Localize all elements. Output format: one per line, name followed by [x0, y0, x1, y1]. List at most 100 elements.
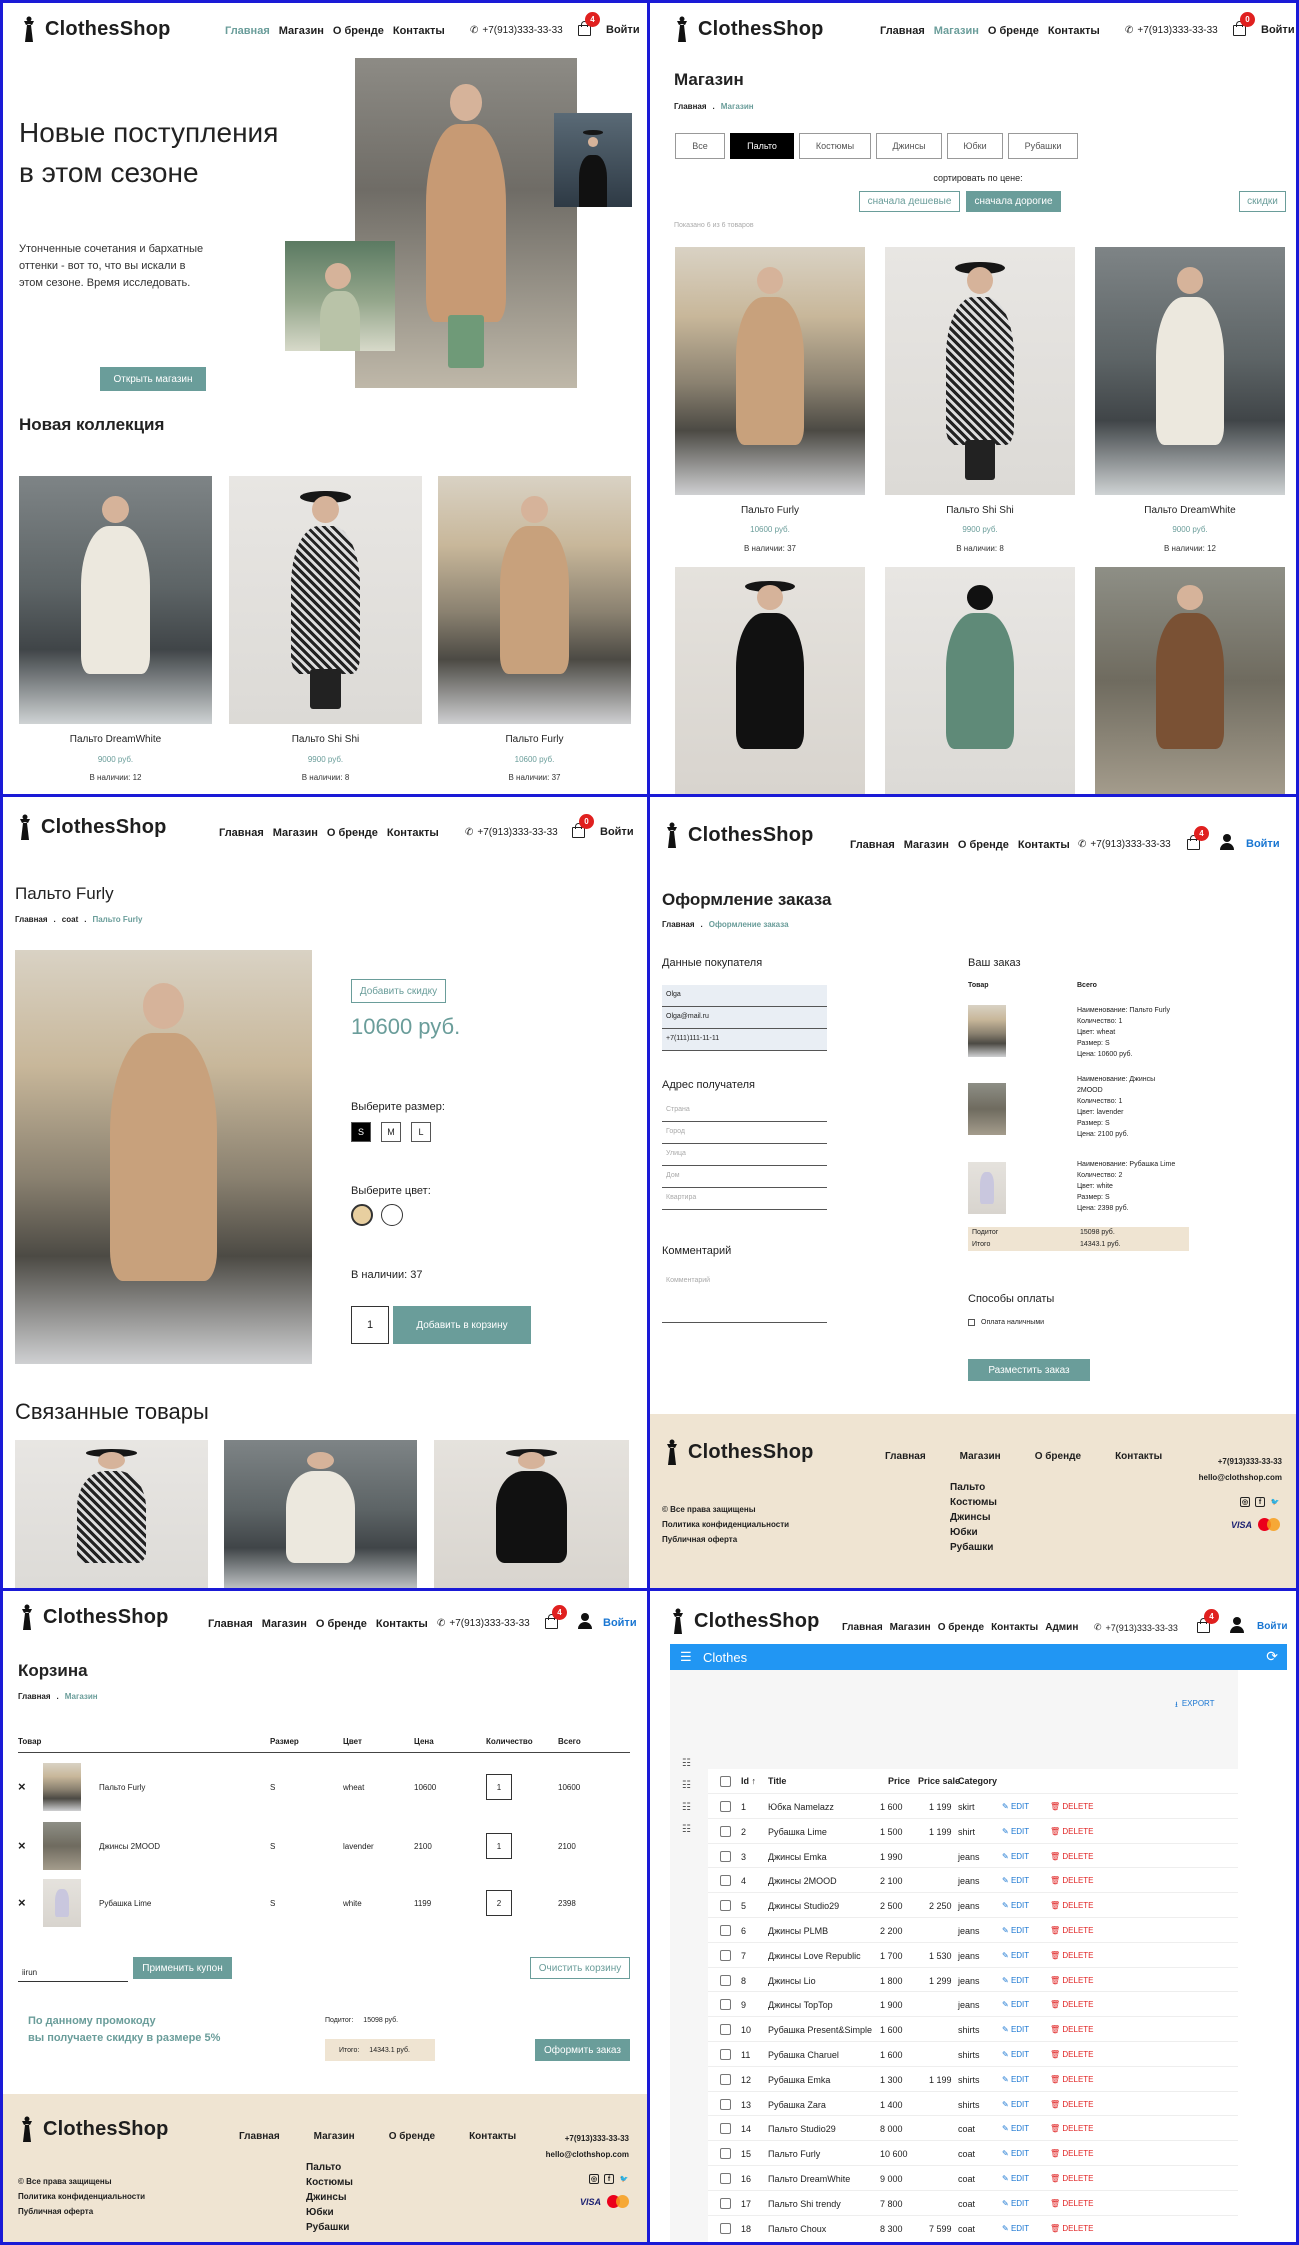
name-field[interactable]: Olga	[662, 985, 827, 1007]
product-photo[interactable]	[1095, 567, 1285, 794]
table-row[interactable]: 11 Рубашка Charuel 1 600 shirts ✎ EDIT 🗑 DELE…	[708, 2041, 1238, 2066]
phone[interactable]: ✆ +7(913)333-33-33	[437, 1618, 530, 1629]
table-row[interactable]: 15 Пальто Furly 10 600 coat ✎ EDIT 🗑 DELETE	[708, 2140, 1238, 2165]
table-row[interactable]: 3 Джинсы Emka 1 990 jeans ✎ EDIT 🗑 DELETE	[708, 1842, 1238, 1868]
menu-icon[interactable]: ☰	[680, 1649, 692, 1665]
footer-nav-shop[interactable]: Магазин	[314, 2131, 355, 2142]
crumb-home[interactable]: Главная	[15, 915, 48, 924]
size-m[interactable]: M	[381, 1122, 401, 1142]
edit-button[interactable]: ✎ EDIT	[1002, 1951, 1029, 1960]
nav-home[interactable]: Главная	[842, 1622, 883, 1633]
row-checkbox[interactable]	[720, 2148, 731, 2160]
row-checkbox[interactable]	[720, 2024, 731, 2036]
logo[interactable]: ClothesShop	[19, 1603, 169, 1631]
coupon-input[interactable]: iirun	[18, 1960, 128, 1982]
product-card[interactable]: Пальто Furly 10600 руб. В наличии: 37	[675, 247, 865, 559]
quantity-input[interactable]: 2	[486, 1890, 512, 1916]
phone[interactable]: ✆ +7(913)333-33-33	[470, 25, 563, 36]
table-row[interactable]: 13 Рубашка Zara 1 400 shirts ✎ EDIT 🗑 DELETE	[708, 2090, 1238, 2116]
related-photo[interactable]	[15, 1440, 208, 1588]
footer-nav-about[interactable]: О бренде	[1035, 1451, 1081, 1462]
delete-button[interactable]: 🗑 DELETE	[1050, 1876, 1094, 1885]
footer-email[interactable]: hello@clothshop.com	[546, 2147, 629, 2163]
related-photo[interactable]	[434, 1440, 629, 1588]
edit-button[interactable]: ✎ EDIT	[1002, 2149, 1029, 2158]
delete-button[interactable]: 🗑 DELETE	[1050, 1852, 1094, 1861]
cart-button[interactable]: 4	[544, 1605, 567, 1629]
delete-button[interactable]: 🗑 DELETE	[1050, 2000, 1094, 2009]
delete-button[interactable]: 🗑 DELETE	[1050, 2025, 1094, 2034]
nav-about[interactable]: О бренде	[988, 25, 1039, 37]
size-s[interactable]: S	[351, 1122, 371, 1142]
product-card[interactable]: Пальто Shi Shi 9900 руб. В наличии: 8	[885, 247, 1075, 559]
footer-cat-link[interactable]: Юбки	[306, 2205, 353, 2220]
footer-cat-link[interactable]: Джинсы	[950, 1510, 997, 1525]
email-field[interactable]: Olga@mail.ru	[662, 1007, 827, 1029]
nav-about[interactable]: О бренде	[938, 1622, 984, 1633]
add-discount-button[interactable]: Добавить скидку	[351, 979, 446, 1003]
delete-button[interactable]: 🗑 DELETE	[1050, 1802, 1094, 1811]
row-checkbox[interactable]	[720, 1949, 731, 1961]
logo[interactable]: ClothesShop	[21, 15, 171, 43]
table-row[interactable]: 7 Джинсы Love Republic 1 700 1 530 jeans ✎ ED…	[708, 1941, 1238, 1967]
edit-button[interactable]: ✎ EDIT	[1002, 2174, 1029, 2183]
user-icon[interactable]	[578, 1613, 592, 1629]
phone[interactable]: ✆ +7(913)333-33-33	[1125, 25, 1218, 36]
table-row[interactable]: 9 Джинсы TopTop 1 900 jeans ✎ EDIT 🗑 DELETE	[708, 1991, 1238, 2016]
crumb-home[interactable]: Главная	[674, 102, 707, 111]
footer-cat-link[interactable]: Костюмы	[950, 1495, 997, 1510]
row-checkbox[interactable]	[720, 2197, 731, 2209]
edit-button[interactable]: ✎ EDIT	[1002, 1827, 1029, 1836]
color-swatch-wheat[interactable]	[351, 1204, 373, 1226]
row-checkbox[interactable]	[720, 1875, 731, 1887]
row-checkbox[interactable]	[720, 2173, 731, 2184]
row-checkbox[interactable]	[720, 1925, 731, 1936]
table-row[interactable]: 2 Рубашка Lime 1 500 1 199 shirt ✎ EDIT 🗑 DELE…	[708, 1817, 1238, 1843]
size-l[interactable]: L	[411, 1122, 431, 1142]
logo[interactable]: ClothesShop	[17, 813, 167, 841]
remove-icon[interactable]: ×	[18, 1895, 26, 1910]
row-checkbox[interactable]	[720, 2123, 731, 2135]
apply-coupon-button[interactable]: Применить купон	[133, 1957, 232, 1979]
delete-button[interactable]: 🗑 DELETE	[1050, 1901, 1094, 1910]
related-photo[interactable]	[224, 1440, 417, 1588]
list-icon[interactable]: ☷	[682, 1780, 691, 1791]
edit-button[interactable]: ✎ EDIT	[1002, 2050, 1029, 2059]
delete-button[interactable]: 🗑 DELETE	[1050, 1827, 1094, 1836]
nav-about[interactable]: О бренде	[333, 25, 384, 37]
cart-button[interactable]: 4	[1196, 1609, 1219, 1633]
user-icon[interactable]	[1230, 1617, 1244, 1633]
th-title[interactable]: Title	[768, 1776, 786, 1786]
phone-field[interactable]: +7(111)111-11-11	[662, 1029, 827, 1051]
tab-suits[interactable]: Костюмы	[799, 133, 871, 159]
product-photo[interactable]	[675, 567, 865, 794]
list-icon[interactable]: ☷	[682, 1758, 691, 1769]
product-card[interactable]: Пальто DreamWhite 9000 руб. В наличии: 1…	[1095, 247, 1285, 559]
quantity-input[interactable]: 1	[486, 1833, 512, 1859]
nav-shop[interactable]: Магазин	[279, 25, 324, 37]
discounts-button[interactable]: скидки	[1239, 191, 1286, 212]
row-checkbox[interactable]	[720, 1801, 731, 1812]
edit-button[interactable]: ✎ EDIT	[1002, 1852, 1029, 1861]
offer-link[interactable]: Публичная оферта	[662, 1532, 789, 1547]
nav-about[interactable]: О бренде	[327, 827, 378, 839]
edit-button[interactable]: ✎ EDIT	[1002, 2100, 1029, 2109]
table-row[interactable]: 10 Рубашка Present&Simple 1 600 shirts ✎ EDI…	[708, 2016, 1238, 2041]
footer-nav-contacts[interactable]: Контакты	[1115, 1451, 1162, 1462]
edit-button[interactable]: ✎ EDIT	[1002, 1926, 1029, 1935]
user-icon[interactable]	[1220, 834, 1234, 850]
logo[interactable]: ClothesShop	[664, 821, 814, 849]
remove-icon[interactable]: ×	[18, 1838, 26, 1853]
product-card[interactable]: Пальто DreamWhite 9000 руб. В наличии: 1…	[19, 476, 212, 794]
login-link[interactable]: Войти	[1261, 24, 1295, 36]
product-photo[interactable]	[885, 567, 1075, 794]
footer-nav-shop[interactable]: Магазин	[960, 1451, 1001, 1462]
edit-button[interactable]: ✎ EDIT	[1002, 1876, 1029, 1885]
footer-cat-link[interactable]: Пальто	[306, 2160, 353, 2175]
row-checkbox[interactable]	[720, 2098, 731, 2110]
cart-item-name[interactable]: Рубашка Lime	[99, 1899, 151, 1908]
table-row[interactable]: 8 Джинсы Lio 1 800 1 299 jeans ✎ EDIT 🗑 DELETE	[708, 1966, 1238, 1992]
table-row[interactable]: 18 Пальто Choux 8 300 7 599 coat ✎ EDIT 🗑 DELE…	[708, 2214, 1238, 2240]
city-field[interactable]: Город	[662, 1122, 827, 1144]
sort-expensive-button[interactable]: сначала дорогие	[966, 191, 1061, 212]
